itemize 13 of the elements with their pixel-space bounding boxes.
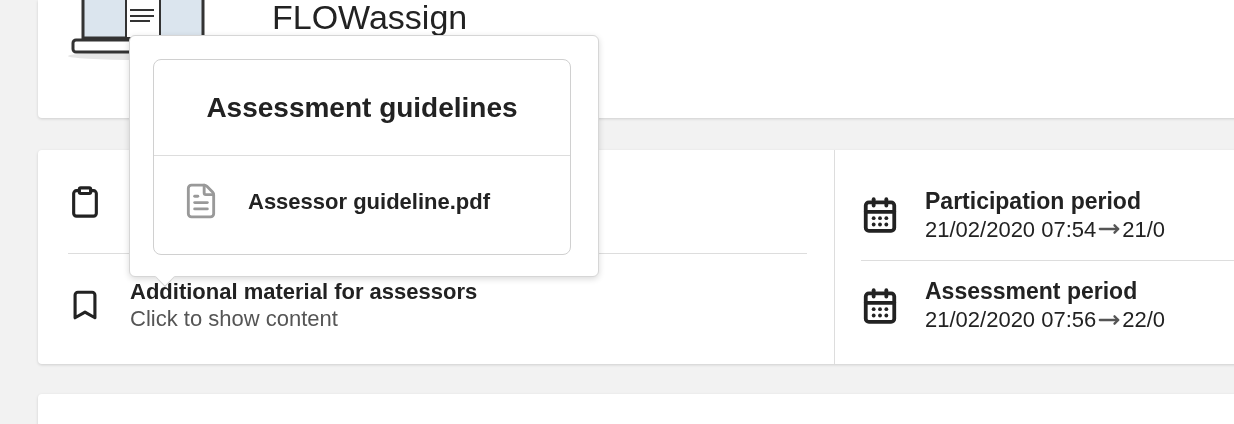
app-title: FLOWassign <box>272 0 468 34</box>
period-end: 22/0 <box>1122 306 1166 334</box>
material-hint[interactable]: Click to show content <box>130 305 478 333</box>
guidelines-title: Assessment guidelines <box>206 90 518 125</box>
material-title[interactable]: Additional material for assessors <box>130 277 478 305</box>
period-start: 21/02/2020 07:56 <box>925 306 1097 334</box>
file-link[interactable]: Assessor guideline.pdf <box>248 184 491 218</box>
period-end: 21/0 <box>1122 215 1166 244</box>
period-title: Participation period <box>925 186 1142 216</box>
period-start: 21/02/2020 07:54 <box>925 215 1097 244</box>
period-title: Assessment period <box>925 277 1139 307</box>
calendar-icon <box>861 286 899 325</box>
calendar-icon <box>861 196 899 234</box>
